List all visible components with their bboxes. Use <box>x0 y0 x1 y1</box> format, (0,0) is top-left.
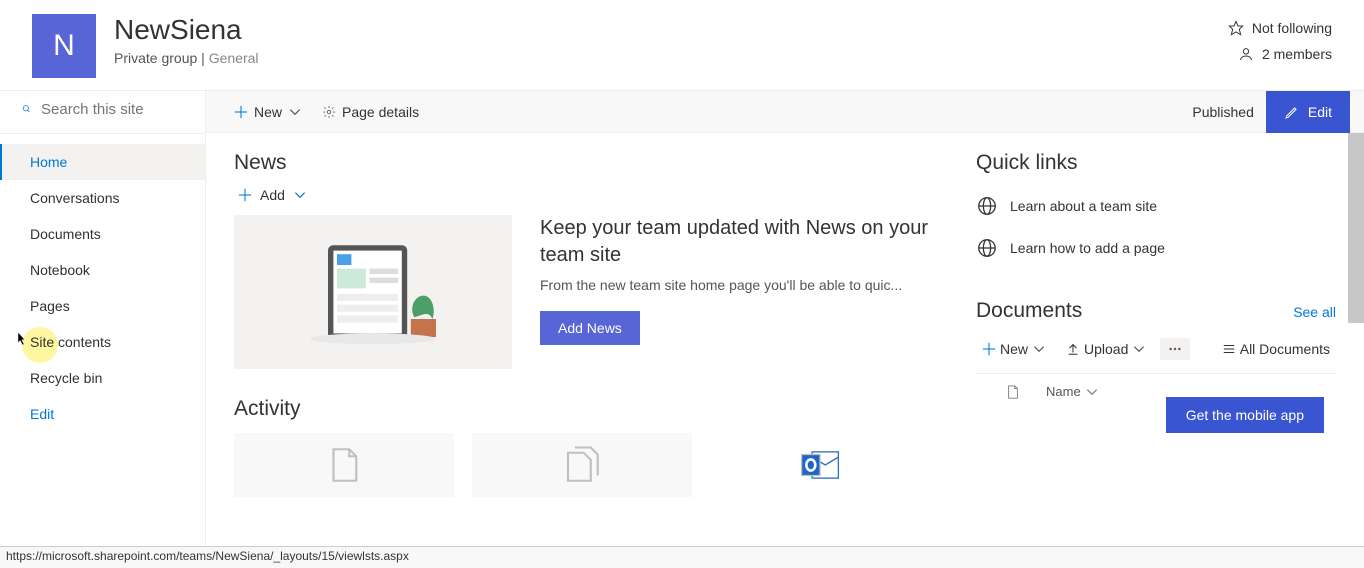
news-hero-text: Keep your team updated with News on your… <box>540 215 936 345</box>
nav-conversations[interactable]: Conversations <box>0 180 205 216</box>
header-actions: Not following 2 members <box>1228 14 1332 62</box>
command-bar: New Page details Published Edit <box>206 91 1364 133</box>
add-news-button[interactable]: Add News <box>540 311 640 345</box>
list-icon <box>1222 342 1236 356</box>
nav-pages[interactable]: Pages <box>0 288 205 324</box>
quick-link-label: Learn how to add a page <box>1010 240 1165 256</box>
news-add-label: Add <box>260 187 285 203</box>
star-icon <box>1228 20 1244 36</box>
docs-upload-label: Upload <box>1084 341 1128 357</box>
pencil-icon <box>1284 104 1300 120</box>
separator: | <box>201 50 209 66</box>
docs-new-label: New <box>1000 341 1028 357</box>
chevron-down-icon <box>1085 385 1099 399</box>
gear-icon <box>322 105 336 119</box>
see-all-link[interactable]: See all <box>1293 304 1336 320</box>
content-left: News Add <box>234 151 936 497</box>
follow-label: Not following <box>1252 20 1332 36</box>
site-logo[interactable]: N <box>32 14 96 78</box>
news-hero-image <box>234 215 512 369</box>
news-add-button[interactable]: Add <box>234 185 936 205</box>
browser-status-bar: https://microsoft.sharepoint.com/teams/N… <box>0 546 1364 568</box>
more-icon <box>1168 342 1182 356</box>
members-button[interactable]: 2 members <box>1238 46 1332 62</box>
file-icon <box>1006 385 1020 399</box>
chevron-down-icon <box>1132 342 1146 356</box>
members-label: 2 members <box>1262 46 1332 62</box>
search-icon <box>22 99 31 119</box>
news-hero: Keep your team updated with News on your… <box>234 215 936 369</box>
follow-toggle[interactable]: Not following <box>1228 20 1332 36</box>
chevron-down-icon <box>288 105 302 119</box>
search-input[interactable] <box>41 101 191 118</box>
nav-notebook[interactable]: Notebook <box>0 252 205 288</box>
get-mobile-app-button[interactable]: Get the mobile app <box>1166 397 1324 433</box>
documents-section-title: Documents <box>976 299 1082 323</box>
page-details-label: Page details <box>342 104 419 120</box>
all-documents-label: All Documents <box>1240 341 1330 357</box>
publish-state: Published <box>1180 104 1266 120</box>
documents-stack-icon <box>561 444 603 486</box>
upload-icon <box>1066 342 1080 356</box>
person-icon <box>1238 46 1254 62</box>
plus-icon <box>238 188 252 202</box>
quick-link-label: Learn about a team site <box>1010 198 1157 214</box>
search-container <box>0 91 205 134</box>
chevron-down-icon <box>293 188 307 202</box>
tablet-illustration-icon <box>283 237 463 347</box>
content-right: Quick links Learn about a team site Lear… <box>976 151 1336 497</box>
docs-more-button[interactable] <box>1160 338 1190 360</box>
main: New Page details Published Edit News Add <box>206 91 1364 546</box>
new-button[interactable]: New <box>224 98 312 126</box>
globe-icon <box>976 195 998 217</box>
quick-link-add-page[interactable]: Learn how to add a page <box>976 227 1336 269</box>
docs-upload-button[interactable]: Upload <box>1060 337 1152 361</box>
outlook-icon <box>799 444 841 486</box>
plus-icon <box>982 342 996 356</box>
new-label: New <box>254 104 282 120</box>
shell: Home Conversations Documents Notebook Pa… <box>0 90 1364 546</box>
chevron-down-icon <box>1032 342 1046 356</box>
news-description: From the new team site home page you'll … <box>540 277 936 293</box>
nav: Home Conversations Documents Notebook Pa… <box>0 134 205 432</box>
channel-name: General <box>209 50 259 66</box>
edit-label: Edit <box>1308 104 1332 120</box>
news-heading: Keep your team updated with News on your… <box>540 215 936 269</box>
activity-card[interactable] <box>234 433 454 497</box>
site-header: N NewSiena Private group | General Not f… <box>0 0 1364 90</box>
news-section-title: News <box>234 151 936 175</box>
documents-toolbar: New Upload All Documents <box>976 331 1336 367</box>
sidebar: Home Conversations Documents Notebook Pa… <box>0 91 206 546</box>
column-name[interactable]: Name <box>1046 384 1099 399</box>
quick-link-team-site[interactable]: Learn about a team site <box>976 185 1336 227</box>
edit-button[interactable]: Edit <box>1266 91 1350 133</box>
activity-section-title: Activity <box>234 397 936 421</box>
page-details-button[interactable]: Page details <box>312 98 429 126</box>
nav-documents[interactable]: Documents <box>0 216 205 252</box>
all-documents-view[interactable]: All Documents <box>1216 337 1336 361</box>
site-meta: NewSiena Private group | General <box>114 14 1228 66</box>
column-name-label: Name <box>1046 384 1081 399</box>
site-subtitle: Private group | General <box>114 50 1228 66</box>
plus-icon <box>234 105 248 119</box>
nav-edit[interactable]: Edit <box>0 396 205 432</box>
group-type: Private group <box>114 50 197 66</box>
activity-card[interactable] <box>710 433 930 497</box>
documents-header: Documents See all <box>976 299 1336 323</box>
scrollbar-thumb[interactable] <box>1348 133 1364 323</box>
document-icon <box>323 444 365 486</box>
quick-links-title: Quick links <box>976 151 1336 175</box>
globe-icon <box>976 237 998 259</box>
site-title: NewSiena <box>114 14 1228 46</box>
docs-new-button[interactable]: New <box>976 337 1052 361</box>
nav-home[interactable]: Home <box>0 144 205 180</box>
activity-cards <box>234 433 936 497</box>
pointer-cursor-icon <box>12 330 30 348</box>
content-area: News Add <box>206 133 1364 497</box>
activity-card[interactable] <box>472 433 692 497</box>
nav-site-contents[interactable]: Site contents <box>0 324 205 360</box>
nav-recycle-bin[interactable]: Recycle bin <box>0 360 205 396</box>
nav-site-contents-label: Site contents <box>30 334 111 350</box>
